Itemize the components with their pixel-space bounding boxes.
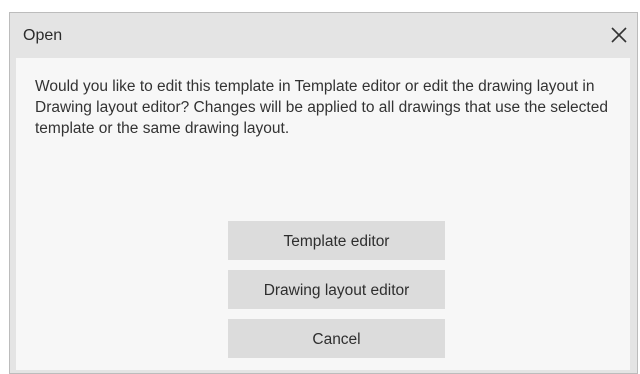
dialog-content: Would you like to edit this template in … bbox=[16, 58, 630, 370]
cancel-button[interactable]: Cancel bbox=[228, 319, 445, 358]
dialog-message: Would you like to edit this template in … bbox=[35, 78, 608, 137]
template-editor-button[interactable]: Template editor bbox=[228, 221, 445, 260]
close-button[interactable] bbox=[605, 21, 633, 49]
dialog-title: Open bbox=[23, 27, 63, 44]
close-icon bbox=[611, 27, 627, 43]
drawing-layout-editor-button[interactable]: Drawing layout editor bbox=[228, 270, 445, 309]
dialog-titlebar: Open bbox=[10, 13, 637, 58]
open-dialog: Open Would you like to edit this templat… bbox=[9, 12, 638, 374]
